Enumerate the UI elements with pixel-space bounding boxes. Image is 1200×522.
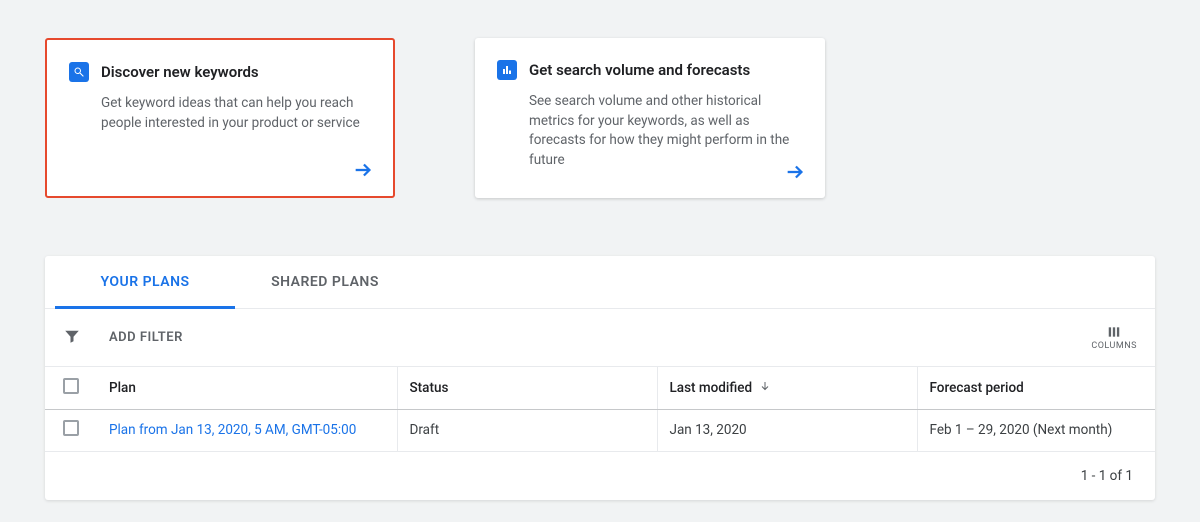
status-cell: Draft	[397, 409, 657, 451]
select-all-checkbox[interactable]	[63, 378, 79, 394]
arrow-right-icon[interactable]	[783, 160, 807, 184]
table-row: Plan from Jan 13, 2020, 5 AM, GMT-05:00 …	[45, 409, 1155, 451]
bar-chart-icon	[497, 60, 517, 80]
card-description: Get keyword ideas that can help you reac…	[69, 94, 371, 133]
card-header: Discover new keywords	[69, 62, 371, 82]
last-modified-cell: Jan 13, 2020	[657, 409, 917, 451]
header-plan[interactable]: Plan	[97, 367, 397, 409]
search-icon	[69, 62, 89, 82]
tabs: YOUR PLANS SHARED PLANS	[45, 256, 1155, 309]
card-description: See search volume and other historical m…	[497, 92, 803, 170]
add-filter-button[interactable]: ADD FILTER	[109, 330, 183, 345]
card-header: Get search volume and forecasts	[497, 60, 803, 80]
header-last-modified[interactable]: Last modified	[657, 367, 917, 409]
card-title: Discover new keywords	[101, 63, 259, 81]
search-volume-card[interactable]: Get search volume and forecasts See sear…	[475, 38, 825, 198]
pagination-text: 1 - 1 of 1	[45, 452, 1155, 500]
tab-your-plans[interactable]: YOUR PLANS	[55, 256, 235, 309]
option-cards: Discover new keywords Get keyword ideas …	[0, 0, 1200, 198]
select-all-cell	[45, 367, 97, 409]
sort-desc-icon	[759, 380, 771, 396]
plans-table: Plan Status Last modified Forecast perio…	[45, 367, 1155, 452]
filter-left: ADD FILTER	[63, 327, 183, 349]
header-forecast-period[interactable]: Forecast period	[917, 367, 1155, 409]
card-title: Get search volume and forecasts	[529, 61, 750, 79]
row-checkbox[interactable]	[63, 420, 79, 436]
forecast-period-cell: Feb 1 – 29, 2020 (Next month)	[917, 409, 1155, 451]
tab-shared-plans[interactable]: SHARED PLANS	[235, 256, 415, 308]
filter-toolbar: ADD FILTER COLUMNS	[45, 309, 1155, 367]
header-status[interactable]: Status	[397, 367, 657, 409]
plans-panel: YOUR PLANS SHARED PLANS ADD FILTER COLUM…	[45, 256, 1155, 500]
filter-icon[interactable]	[63, 327, 81, 349]
discover-keywords-card[interactable]: Discover new keywords Get keyword ideas …	[45, 38, 395, 198]
row-select-cell	[45, 409, 97, 451]
columns-label: COLUMNS	[1091, 341, 1137, 351]
header-last-modified-label: Last modified	[670, 380, 753, 396]
columns-button[interactable]: COLUMNS	[1091, 325, 1137, 351]
arrow-right-icon[interactable]	[351, 158, 375, 182]
table-header-row: Plan Status Last modified Forecast perio…	[45, 367, 1155, 409]
plan-link[interactable]: Plan from Jan 13, 2020, 5 AM, GMT-05:00	[109, 422, 356, 438]
